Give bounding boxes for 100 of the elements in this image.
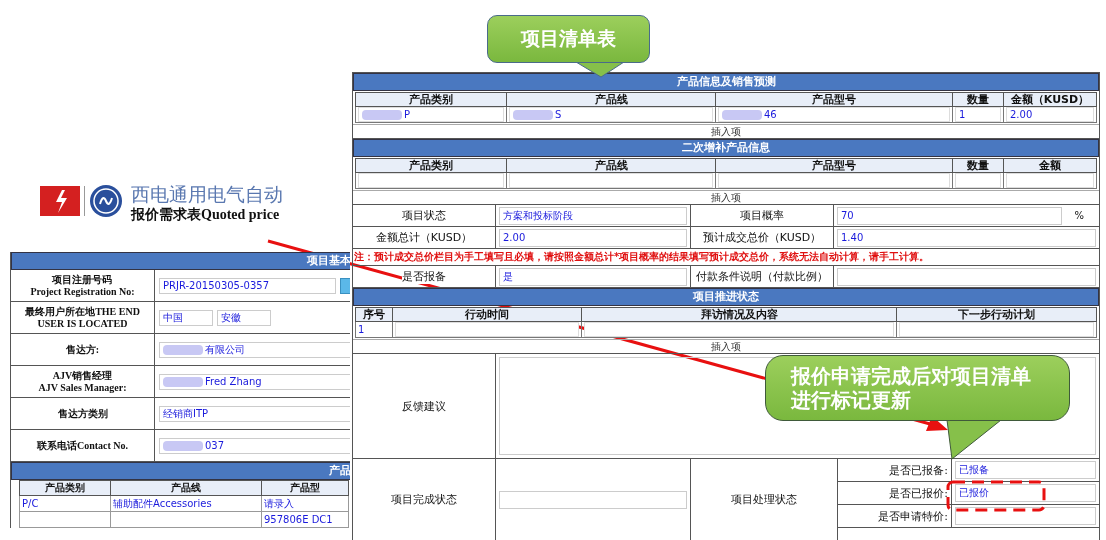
input-field[interactable] xyxy=(955,173,1001,188)
field-value: 已报备 xyxy=(959,463,989,477)
input-field[interactable]: P xyxy=(358,107,504,122)
table-cell: P/C xyxy=(22,498,39,509)
field-value: 2.00 xyxy=(1010,109,1033,120)
input-field[interactable]: 已报备 xyxy=(955,461,1096,479)
logo-mark xyxy=(40,186,85,216)
field-value: 中国 xyxy=(163,310,183,325)
section-header: 二次增补产品信息 xyxy=(353,139,1099,157)
field-value: 已报价 xyxy=(959,486,989,500)
column-header: 产品型 xyxy=(261,480,349,496)
column-header: 数量 xyxy=(952,158,1004,173)
field-label: 项目完成状态 xyxy=(391,492,457,507)
input-field[interactable]: 方案和投标阶段 xyxy=(499,206,687,225)
column-header: 产品线 xyxy=(506,92,716,107)
field-value: 037 xyxy=(205,440,225,451)
field-value: S xyxy=(555,109,562,120)
field-label: 是否已报价: xyxy=(889,485,948,501)
field-value: 1 xyxy=(959,109,966,120)
field-value: 46 xyxy=(764,109,777,120)
section-header: 项目推进状态 xyxy=(353,288,1099,306)
field-value: 安徽 xyxy=(221,310,241,325)
logo-emblem-icon xyxy=(89,184,123,218)
field-label: 最终用户所在地THE END USER IS LOCATED xyxy=(11,302,155,333)
field-label: 项目状态 xyxy=(402,208,446,223)
input-field[interactable]: 中国 xyxy=(159,309,213,326)
field-label: 是否报备 xyxy=(402,269,446,284)
field-value: 70 xyxy=(841,210,854,221)
column-header: 产品线 xyxy=(110,480,262,496)
field-label: 售达方: xyxy=(11,334,155,365)
field-value: 1.40 xyxy=(841,232,864,243)
section-header: 产品 xyxy=(11,462,350,480)
column-header: 产品类别 xyxy=(355,158,507,173)
input-field[interactable] xyxy=(584,322,894,337)
field-label: 项目处理状态 xyxy=(731,492,797,507)
field-value: 有限公司 xyxy=(205,342,245,357)
input-field[interactable]: 经销商ITP xyxy=(159,405,350,422)
callout-bubble: 报价申请完成后对项目清单进行标记更新 xyxy=(765,355,1070,421)
input-field[interactable] xyxy=(837,267,1096,286)
input-field[interactable] xyxy=(1006,173,1094,188)
input-field[interactable] xyxy=(499,490,687,509)
table-cell: 1 xyxy=(358,324,365,335)
column-header: 序号 xyxy=(355,307,393,322)
column-header: 金额（KUSD） xyxy=(1003,92,1097,107)
field-label: 售达方类别 xyxy=(11,398,155,429)
section-header: 产品信息及销售预测 xyxy=(353,73,1099,91)
field-label: 项目概率 xyxy=(740,208,784,223)
input-field[interactable]: PRJR-20150305-0357 xyxy=(159,277,336,294)
insert-link[interactable]: 插入项 xyxy=(711,126,741,137)
callout-pointer xyxy=(946,420,1002,460)
input-field[interactable] xyxy=(718,173,950,188)
input-field[interactable]: 2.00 xyxy=(1006,107,1094,122)
input-field[interactable] xyxy=(395,322,579,337)
field-label: 是否已报备: xyxy=(889,462,948,478)
input-field[interactable]: Fred Zhang xyxy=(159,373,350,390)
form-title: 报价需求表Quoted price xyxy=(131,206,281,224)
input-field[interactable]: 是 xyxy=(499,267,687,286)
callout-bubble: 项目清单表 xyxy=(487,15,650,63)
input-field[interactable]: 已报价 xyxy=(955,484,1096,502)
input-field[interactable] xyxy=(358,173,504,188)
input-field[interactable]: 1 xyxy=(955,107,1001,122)
column-header: 产品型号 xyxy=(715,158,953,173)
column-header: 产品类别 xyxy=(19,480,111,496)
input-field[interactable]: 2.00 xyxy=(499,228,687,247)
input-field[interactable] xyxy=(509,173,713,188)
table-cell: 957806E DC1 xyxy=(264,514,333,525)
insert-link[interactable]: 插入项 xyxy=(711,192,741,203)
input-field[interactable] xyxy=(899,322,1094,337)
field-value: 2.00 xyxy=(503,232,526,243)
input-field[interactable]: 有限公司 xyxy=(159,341,350,358)
field-label: 是否申请特价: xyxy=(878,508,948,524)
field-label: 联系电话Contact No. xyxy=(11,430,155,461)
input-field[interactable]: 70 xyxy=(837,206,1063,225)
column-header: 产品线 xyxy=(506,158,716,173)
input-field[interactable]: 46 xyxy=(718,107,950,122)
insert-link[interactable]: 插入项 xyxy=(711,341,741,352)
field-label: 反馈建议 xyxy=(402,398,446,414)
company-title: 西电通用电气自动 xyxy=(131,182,283,206)
column-header: 下一步行动计划 xyxy=(896,307,1097,322)
field-label: 项目注册号码 Project Registration No: xyxy=(11,270,155,301)
lookup-icon[interactable] xyxy=(340,277,350,294)
field-label: AJV销售经理 AJV Sales Manager: xyxy=(11,366,155,397)
field-value: 经销商ITP xyxy=(163,406,209,421)
unit-label: % xyxy=(1074,210,1084,221)
field-value: Fred Zhang xyxy=(205,376,262,387)
field-value: 方案和投标阶段 xyxy=(503,208,573,223)
input-field[interactable]: 1.40 xyxy=(837,228,1096,247)
input-field[interactable]: 037 xyxy=(159,437,350,454)
column-header: 金额 xyxy=(1003,158,1097,173)
column-header: 数量 xyxy=(952,92,1004,107)
column-header: 拜访情况及内容 xyxy=(581,307,897,322)
input-field[interactable]: S xyxy=(509,107,713,122)
table-cell: 辅助配件Accessories xyxy=(113,497,212,509)
field-value: 是 xyxy=(503,269,513,284)
input-field[interactable] xyxy=(955,507,1096,525)
column-header: 产品类别 xyxy=(355,92,507,107)
column-header: 行动时间 xyxy=(392,307,582,322)
field-value: PRJR-20150305-0357 xyxy=(163,280,270,291)
input-field[interactable]: 安徽 xyxy=(217,309,271,326)
field-value: P xyxy=(404,109,411,120)
